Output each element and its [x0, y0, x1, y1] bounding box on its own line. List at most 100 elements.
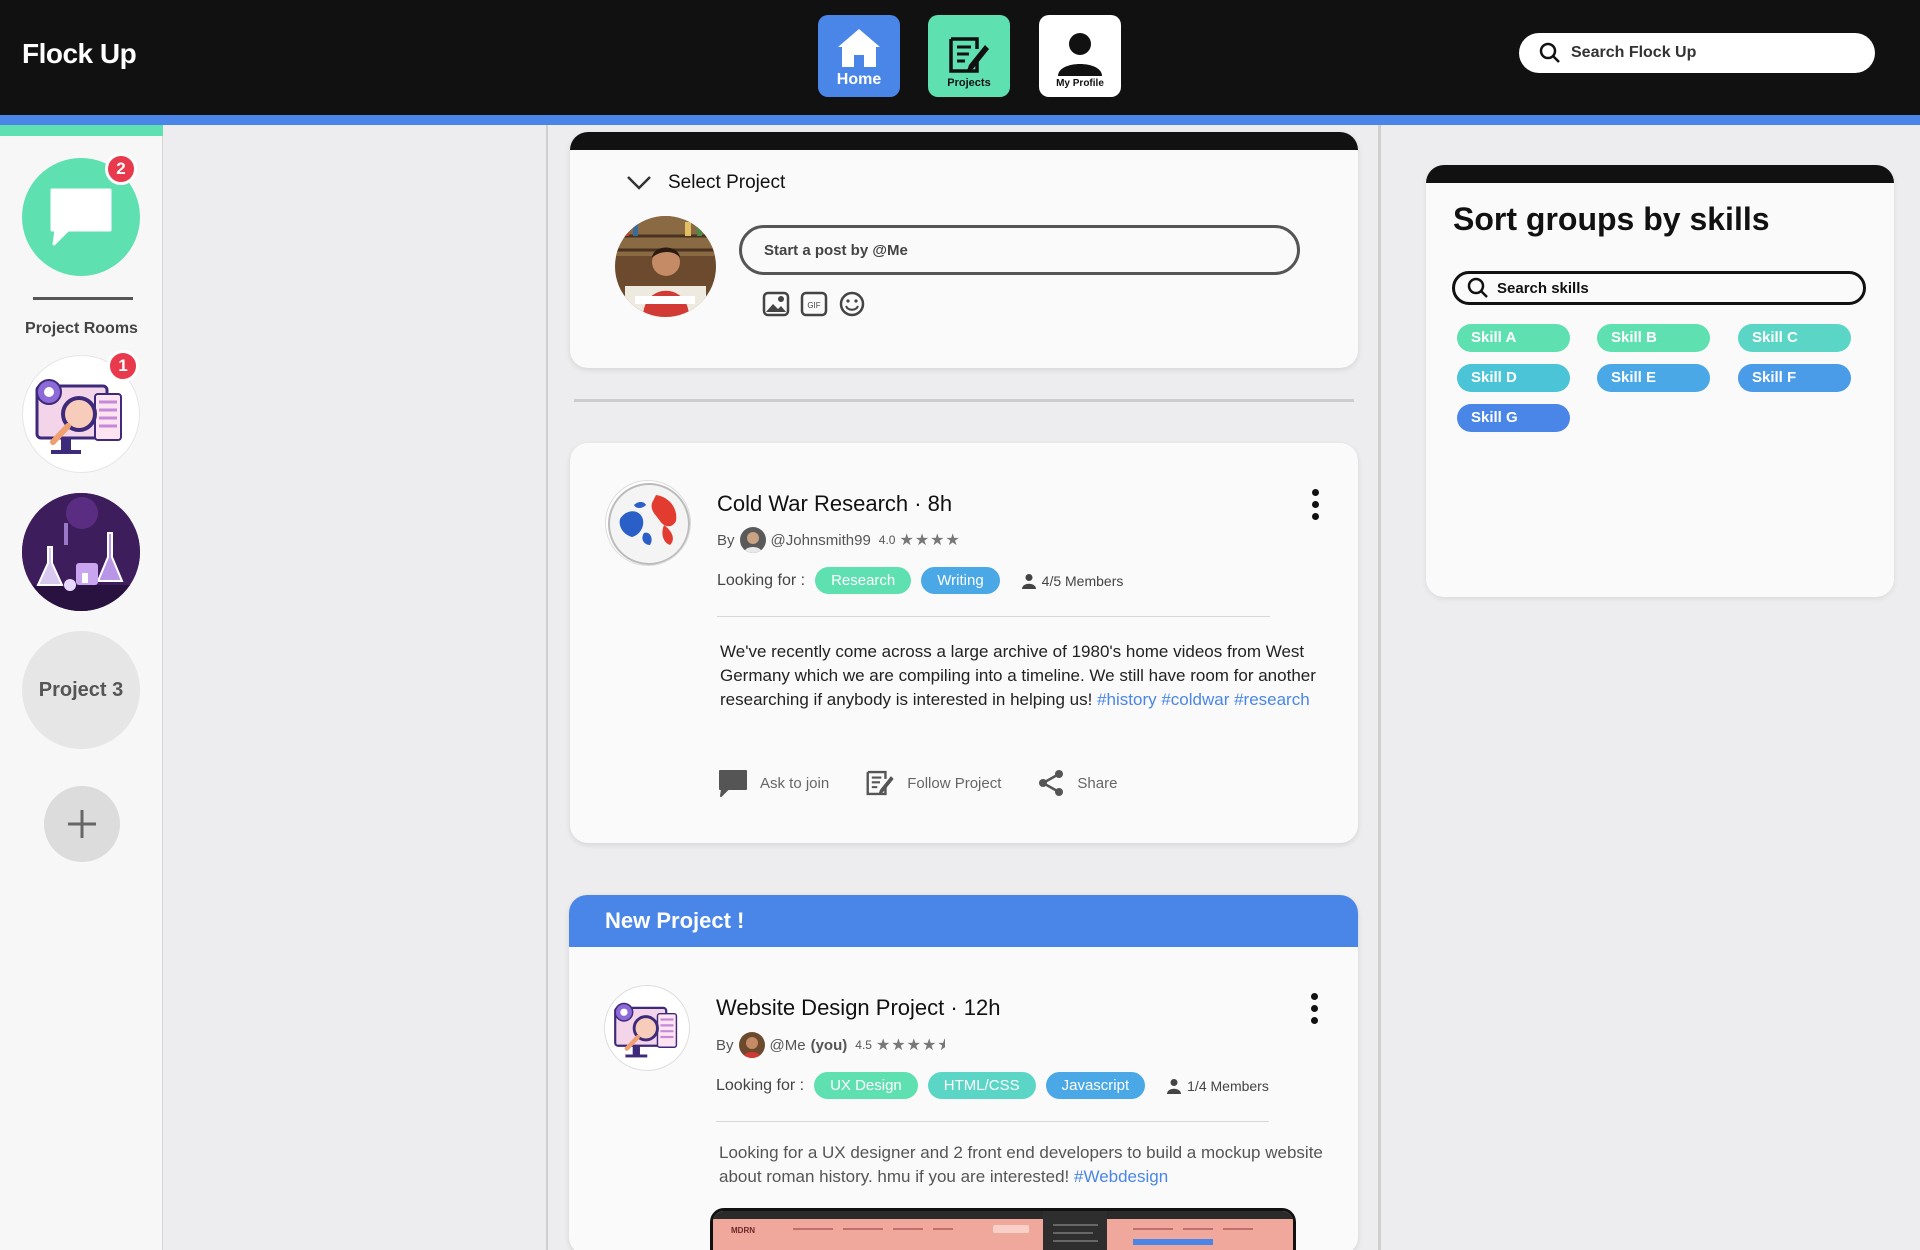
user-icon [1058, 33, 1102, 76]
post-card-website-design: New Project ! Website Design Project · 1… [569, 895, 1358, 1250]
author-avatar[interactable] [738, 1032, 765, 1058]
tag-ux-design[interactable]: UX Design [814, 1072, 918, 1099]
share-icon [1039, 770, 1064, 796]
skill-chip-a[interactable]: Skill A [1457, 324, 1570, 352]
nav-profile-label: My Profile [1056, 78, 1104, 89]
looking-for-row: Looking for : UX Design HTML/CSS Javascr… [716, 1072, 1269, 1099]
select-project-label: Select Project [668, 172, 786, 193]
plus-icon [68, 810, 96, 838]
share-button[interactable]: Share [1037, 769, 1117, 797]
more-options-icon[interactable] [1312, 489, 1320, 520]
members-count: 4/5 Members [1021, 572, 1124, 589]
post-body-text: Looking for a UX designer and 2 front en… [719, 1143, 1323, 1186]
chat-bubble-icon [719, 770, 747, 797]
looking-for-label: Looking for : [716, 1076, 805, 1094]
global-search-input[interactable]: Search Flock Up [1519, 33, 1875, 73]
skill-chip-c[interactable]: Skill C [1738, 324, 1851, 352]
emoji-icon[interactable] [838, 290, 866, 318]
skill-chip-d[interactable]: Skill D [1457, 364, 1570, 392]
sort-by-skills-panel: Sort groups by skills Search skills Skil… [1426, 165, 1894, 597]
rating-stars-full: ★★★★ [875, 1037, 938, 1054]
add-room-button[interactable] [44, 786, 120, 862]
rating-stars: ★★★★★ [876, 1035, 945, 1055]
sidebar-accent-bar [0, 125, 163, 136]
author-handle[interactable]: @Me [770, 1037, 806, 1054]
chevron-down-icon [627, 176, 651, 190]
start-post-input[interactable]: Start a post by @Me [739, 225, 1300, 275]
post-title[interactable]: Website Design Project · 12h [716, 995, 1001, 1021]
my-avatar[interactable] [615, 216, 716, 317]
rating-stars: ★★★★ [899, 532, 961, 549]
more-options-icon[interactable] [1311, 993, 1319, 1024]
members-text: 1/4 Members [1187, 1077, 1269, 1094]
author-you-label: (you) [810, 1036, 848, 1054]
tag-research[interactable]: Research [815, 567, 912, 594]
author-photo-icon [739, 527, 766, 553]
project-rooms-sidebar: 2 Project Rooms 1 Project 3 [0, 125, 163, 1250]
gif-icon[interactable]: GIF [800, 290, 828, 318]
top-bar: Flock Up Home Projects My Profile Search… [0, 0, 1920, 115]
room-project-3[interactable]: Project 3 [22, 631, 140, 749]
skills-top-stripe [1426, 165, 1894, 183]
home-icon [838, 29, 880, 67]
author-avatar[interactable] [739, 527, 766, 553]
globe-map-icon [608, 483, 690, 565]
tag-javascript[interactable]: Javascript [1045, 1072, 1146, 1099]
tag-writing[interactable]: Writing [921, 567, 1000, 594]
looking-for-row: Looking for : Research Writing 4/5 Membe… [717, 567, 1123, 594]
follow-project-label: Follow Project [907, 774, 1002, 792]
skills-search-placeholder: Search skills [1497, 279, 1589, 297]
post-actions: Ask to join Follow Project Share [718, 769, 1153, 797]
members-text: 4/5 Members [1041, 572, 1124, 589]
feed-right-border [1378, 125, 1381, 1250]
ask-to-join-button[interactable]: Ask to join [718, 769, 829, 797]
skill-chip-b[interactable]: Skill B [1597, 324, 1710, 352]
post-divider [717, 616, 1270, 617]
author-rating: 4.0 [878, 533, 896, 547]
nav-projects-button[interactable]: Projects [928, 15, 1010, 97]
nav-profile-button[interactable]: My Profile [1039, 15, 1121, 97]
skills-search-input[interactable]: Search skills [1452, 271, 1866, 305]
website-preview-image[interactable]: MDRN [710, 1208, 1296, 1250]
nav-home-button[interactable]: Home [818, 15, 900, 97]
person-icon [1021, 573, 1036, 589]
post-composer: Select Project Start a post by @Me GIF [570, 132, 1358, 368]
nav-projects-label: Projects [947, 77, 991, 89]
select-project-dropdown[interactable]: Select Project [626, 172, 785, 194]
looking-for-label: Looking for : [717, 571, 806, 589]
composer-attachments: GIF [762, 290, 866, 318]
tag-html-css[interactable]: HTML/CSS [927, 1072, 1036, 1099]
gif-label: GIF [807, 301, 820, 310]
preview-brand: MDRN [731, 1226, 755, 1235]
post-byline: By @Me (you) 4.5 ★★★★★ [716, 1032, 945, 1058]
project-avatar-globe[interactable] [605, 480, 691, 566]
search-icon [1539, 42, 1560, 63]
chat-bubble-icon [50, 188, 112, 246]
project-avatar-design[interactable] [604, 985, 690, 1071]
members-count: 1/4 Members [1167, 1078, 1269, 1094]
skill-chip-e[interactable]: Skill E [1597, 364, 1710, 392]
follow-project-button[interactable]: Follow Project [865, 769, 1001, 797]
post-body: Looking for a UX designer and 2 front en… [719, 1141, 1329, 1189]
messages-badge: 2 [105, 153, 137, 185]
post-hashtags[interactable]: #Webdesign [1074, 1167, 1168, 1186]
new-project-banner: New Project ! [569, 895, 1358, 947]
skills-panel-title: Sort groups by skills [1453, 201, 1770, 237]
document-edit-icon [949, 37, 989, 73]
image-icon[interactable] [762, 290, 790, 318]
skill-chip-g[interactable]: Skill G [1457, 404, 1570, 432]
project-rooms-label: Project Rooms [25, 320, 138, 337]
rating-star-half: ★ [937, 1035, 945, 1055]
app-logo[interactable]: Flock Up [22, 38, 137, 70]
post-divider [716, 1121, 1269, 1122]
room-chemistry-lab[interactable] [22, 493, 140, 611]
post-title[interactable]: Cold War Research · 8h [717, 491, 952, 517]
by-label: By [717, 531, 735, 549]
post-hashtags[interactable]: #history #coldwar #research [1097, 690, 1310, 709]
search-icon [1467, 277, 1488, 298]
user-photo-icon [615, 216, 716, 317]
nav-home-label: Home [836, 71, 882, 88]
skill-chip-f[interactable]: Skill F [1738, 364, 1851, 392]
author-handle[interactable]: @Johnsmith99 [771, 532, 871, 549]
author-rating: 4.5 [855, 1038, 872, 1052]
